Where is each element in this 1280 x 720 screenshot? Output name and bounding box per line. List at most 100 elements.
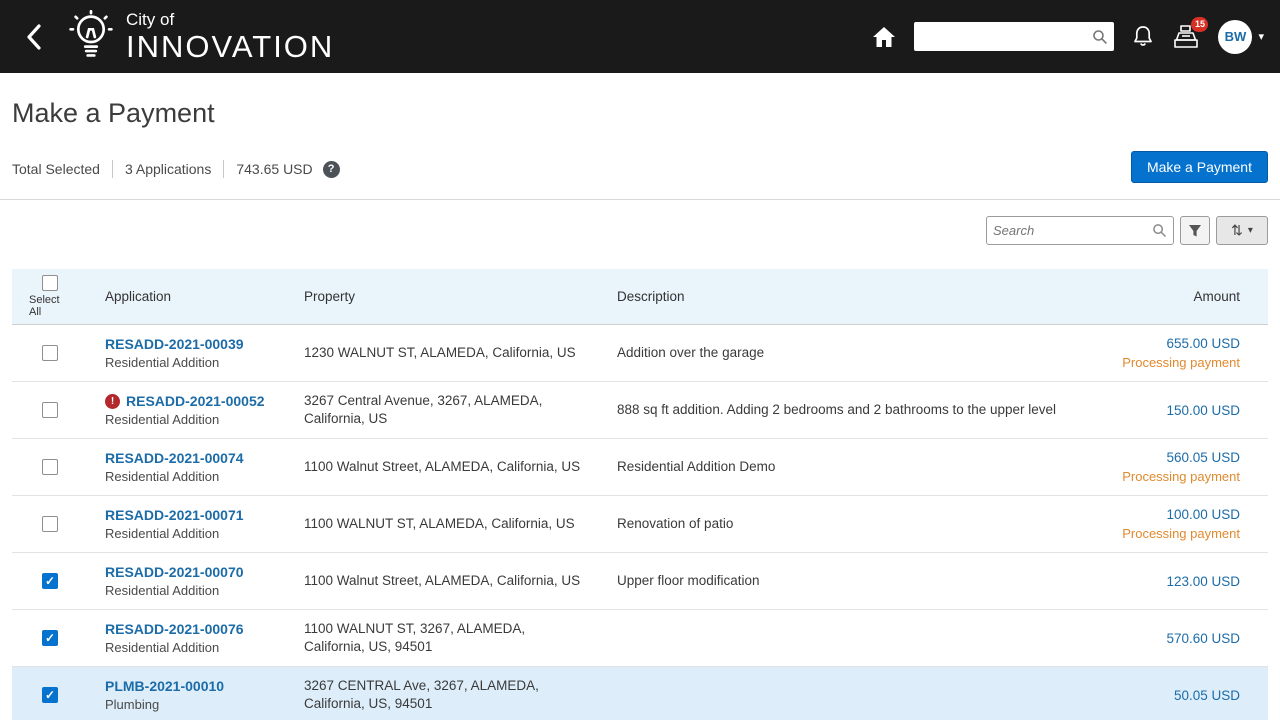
table-row: ! RESADD-2021-00074 Residential Addition… xyxy=(12,439,1268,496)
amount-text: 570.60 USD xyxy=(1113,631,1240,646)
description-text xyxy=(600,687,1096,703)
amount-text: 100.00 USD xyxy=(1113,507,1240,522)
row-checkbox[interactable] xyxy=(42,516,58,532)
column-header-amount: Amount xyxy=(1096,283,1268,310)
property-text: 1100 WALNUT ST, 3267, ALAMEDA, Californi… xyxy=(287,612,600,664)
row-checkbox[interactable] xyxy=(42,630,58,646)
home-button[interactable] xyxy=(872,26,896,48)
global-search-box xyxy=(914,22,1114,51)
total-amount: 743.65 USD xyxy=(236,161,312,177)
main-content: Make a Payment Total Selected 3 Applicat… xyxy=(0,98,1280,720)
table-header-row: Select All Application Property Descript… xyxy=(12,269,1268,325)
status-text: Processing payment xyxy=(1113,355,1240,370)
description-text: Upper floor modification xyxy=(600,564,1096,598)
filter-button[interactable] xyxy=(1180,216,1210,245)
amount-text: 123.00 USD xyxy=(1113,574,1240,589)
property-text: 3267 CENTRAL Ave, 3267, ALAMEDA, Califor… xyxy=(287,669,600,720)
table-body: ! RESADD-2021-00039 Residential Addition… xyxy=(12,325,1268,720)
payments-table: Select All Application Property Descript… xyxy=(12,269,1268,720)
application-type: Residential Addition xyxy=(105,526,270,541)
divider xyxy=(223,160,224,178)
property-text: 3267 Central Avenue, 3267, ALAMEDA, Cali… xyxy=(287,384,600,436)
total-selected-label: Total Selected xyxy=(12,161,100,177)
avatar: BW xyxy=(1218,20,1252,54)
global-search-input[interactable] xyxy=(920,29,1092,44)
amount-text: 150.00 USD xyxy=(1113,403,1240,418)
user-menu[interactable]: BW ▾ xyxy=(1218,20,1264,54)
amount-text: 50.05 USD xyxy=(1113,688,1240,703)
application-link[interactable]: RESADD-2021-00070 xyxy=(105,564,244,580)
status-text: Processing payment xyxy=(1113,469,1240,484)
description-text: Addition over the garage xyxy=(600,336,1096,370)
help-icon[interactable]: ? xyxy=(323,161,340,178)
bell-icon xyxy=(1132,25,1154,49)
application-link[interactable]: RESADD-2021-00074 xyxy=(105,450,244,466)
divider xyxy=(112,160,113,178)
select-all-label: Select All xyxy=(29,294,71,318)
application-type: Residential Addition xyxy=(105,469,270,484)
table-row: ! PLMB-2021-00010 Plumbing 3267 CENTRAL … xyxy=(12,667,1268,720)
summary-row: Total Selected 3 Applications 743.65 USD… xyxy=(12,153,1268,185)
table-row: ! RESADD-2021-00052 Residential Addition… xyxy=(12,382,1268,439)
row-checkbox[interactable] xyxy=(42,345,58,361)
property-text: 1100 Walnut Street, ALAMEDA, California,… xyxy=(287,564,600,598)
search-icon xyxy=(1152,223,1167,238)
sort-button[interactable]: ⇅ ▾ xyxy=(1216,216,1268,245)
table-controls: ⇅ ▾ xyxy=(12,216,1268,245)
description-text: Renovation of patio xyxy=(600,507,1096,541)
property-text: 1230 WALNUT ST, ALAMEDA, California, US xyxy=(287,336,600,370)
application-link[interactable]: PLMB-2021-00010 xyxy=(105,678,224,694)
application-link[interactable]: RESADD-2021-00052 xyxy=(126,393,265,409)
amount-text: 655.00 USD xyxy=(1113,336,1240,351)
table-row: ! RESADD-2021-00039 Residential Addition… xyxy=(12,325,1268,382)
sort-icon: ⇅ xyxy=(1231,222,1243,239)
top-header: City of INNOVATION xyxy=(0,0,1280,73)
brand-city-of: City of xyxy=(126,11,334,28)
make-payment-button[interactable]: Make a Payment xyxy=(1131,151,1268,183)
search-icon xyxy=(1092,29,1108,45)
column-header-application: Application xyxy=(88,283,287,310)
description-text: 888 sq ft addition. Adding 2 bedrooms an… xyxy=(600,393,1096,427)
chevron-down-icon: ▾ xyxy=(1258,30,1264,43)
table-row: ! RESADD-2021-00071 Residential Addition… xyxy=(12,496,1268,553)
application-link[interactable]: RESADD-2021-00039 xyxy=(105,336,244,352)
column-header-description: Description xyxy=(600,283,1096,310)
back-button[interactable] xyxy=(16,15,52,59)
chevron-down-icon: ▾ xyxy=(1248,225,1253,236)
status-text: Processing payment xyxy=(1113,526,1240,541)
application-type: Residential Addition xyxy=(105,412,270,427)
application-type: Plumbing xyxy=(105,697,270,712)
property-text: 1100 WALNUT ST, ALAMEDA, California, US xyxy=(287,507,600,541)
table-search-box xyxy=(986,216,1174,245)
description-text: Residential Addition Demo xyxy=(600,450,1096,484)
select-all-checkbox[interactable] xyxy=(42,275,58,291)
home-icon xyxy=(872,26,896,48)
back-chevron-icon xyxy=(26,24,42,50)
property-text: 1100 Walnut Street, ALAMEDA, California,… xyxy=(287,450,600,484)
column-header-property: Property xyxy=(287,283,600,310)
application-type: Residential Addition xyxy=(105,583,270,598)
row-checkbox[interactable] xyxy=(42,573,58,589)
application-type: Residential Addition xyxy=(105,355,270,370)
lightbulb-icon xyxy=(66,10,116,64)
application-link[interactable]: RESADD-2021-00076 xyxy=(105,621,244,637)
row-checkbox[interactable] xyxy=(42,687,58,703)
alert-icon: ! xyxy=(105,394,120,409)
applications-count: 3 Applications xyxy=(125,161,211,177)
description-text xyxy=(600,630,1096,646)
cart-count-badge: 15 xyxy=(1191,17,1208,32)
row-checkbox[interactable] xyxy=(42,402,58,418)
filter-icon xyxy=(1188,224,1202,238)
page-title: Make a Payment xyxy=(12,98,1268,129)
application-type: Residential Addition xyxy=(105,640,270,655)
table-search-input[interactable] xyxy=(993,223,1152,238)
section-divider xyxy=(0,199,1280,200)
brand-innovation: INNOVATION xyxy=(126,31,334,62)
application-link[interactable]: RESADD-2021-00071 xyxy=(105,507,244,523)
row-checkbox[interactable] xyxy=(42,459,58,475)
table-row: ! RESADD-2021-00070 Residential Addition… xyxy=(12,553,1268,610)
amount-text: 560.05 USD xyxy=(1113,450,1240,465)
notifications-button[interactable] xyxy=(1132,25,1154,49)
table-row: ! RESADD-2021-00076 Residential Addition… xyxy=(12,610,1268,667)
fees-cart-button[interactable]: 15 xyxy=(1172,24,1200,50)
